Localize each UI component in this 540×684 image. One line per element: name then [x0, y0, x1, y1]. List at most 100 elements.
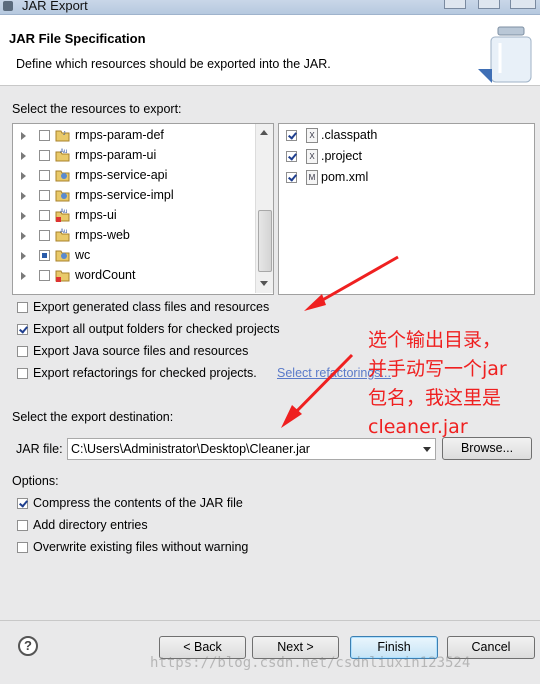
window-icon	[3, 1, 13, 11]
close-button[interactable]	[510, 0, 536, 9]
jar-file-label: JAR file:	[16, 442, 63, 456]
page-description: Define which resources should be exporte…	[16, 57, 331, 71]
wizard-header: JAR File Specification Define which reso…	[0, 15, 540, 86]
expand-arrow-icon[interactable]	[21, 212, 26, 220]
checkbox[interactable]	[17, 542, 28, 553]
expand-arrow-icon[interactable]	[21, 252, 26, 260]
expand-arrow-icon[interactable]	[21, 152, 26, 160]
maven-project-icon: Au	[55, 149, 70, 162]
minimize-button[interactable]	[444, 0, 466, 9]
checkbox[interactable]	[17, 324, 28, 335]
option-label: Export Java source files and resources	[33, 344, 249, 358]
java-project-icon	[55, 170, 70, 182]
svg-text:Au: Au	[60, 229, 67, 235]
checkbox[interactable]	[17, 520, 28, 531]
annotation-text: 选个输出目录， 并手动写一个jar 包名，我这里是 cleaner.jar	[368, 326, 533, 442]
footer-separator	[0, 620, 540, 621]
expand-arrow-icon[interactable]	[21, 132, 26, 140]
java-project-icon	[55, 250, 70, 262]
destination-label: Select the export destination:	[12, 410, 174, 424]
scroll-down-icon[interactable]	[260, 281, 268, 286]
error-project-icon	[55, 270, 70, 282]
checkbox[interactable]	[17, 498, 28, 509]
tree-item-label: wordCount	[75, 268, 136, 282]
error-project-icon: Au	[55, 209, 70, 222]
tree-item-rmps-service-api[interactable]: rmps-service-api	[13, 166, 258, 186]
tree-item-rmps-param-ui[interactable]: Au rmps-param-ui	[13, 146, 258, 166]
expand-arrow-icon[interactable]	[21, 272, 26, 280]
expand-arrow-icon[interactable]	[21, 192, 26, 200]
tree-checkbox[interactable]	[39, 270, 50, 281]
options-label: Options:	[12, 474, 59, 488]
maven-project-icon: Au	[55, 229, 70, 242]
tree-item-rmps-web[interactable]: Au rmps-web	[13, 226, 258, 246]
project-tree[interactable]: J rmps-param-def Au rmps-param-ui rmps-s…	[12, 123, 274, 295]
file-checkbox[interactable]	[286, 130, 297, 141]
tree-item-rmps-service-impl[interactable]: rmps-service-impl	[13, 186, 258, 206]
help-icon[interactable]: ?	[18, 636, 38, 656]
option-label: Export all output folders for checked pr…	[33, 322, 280, 336]
svg-text:Au: Au	[60, 149, 67, 155]
tree-item-label: rmps-param-def	[75, 128, 164, 142]
file-checkbox[interactable]	[286, 172, 297, 183]
file-item-project[interactable]: X .project	[279, 147, 534, 167]
maven-file-icon: M	[306, 170, 318, 185]
annotation-line: cleaner.jar	[368, 416, 468, 438]
option-label: Export generated class files and resourc…	[33, 300, 270, 314]
checkbox[interactable]	[17, 368, 28, 379]
file-list[interactable]: X .classpath X .project M pom.xml	[278, 123, 535, 295]
annotation-line: 包名，我这里是	[368, 387, 502, 409]
folder-icon: J	[55, 130, 70, 142]
expand-arrow-icon[interactable]	[21, 172, 26, 180]
file-label: pom.xml	[321, 170, 369, 184]
watermark: https://blog.csdn.net/csdnliuxin123524	[150, 655, 471, 671]
scroll-up-icon[interactable]	[260, 130, 268, 135]
tree-checkbox[interactable]	[39, 170, 50, 181]
java-project-icon	[55, 190, 70, 202]
option-label: Overwrite existing files without warning	[33, 540, 249, 554]
tree-item-wc[interactable]: wc	[13, 246, 258, 266]
annotation-arrow	[286, 353, 354, 422]
maximize-button[interactable]	[478, 0, 500, 9]
xml-file-icon: X	[306, 149, 318, 164]
tree-item-rmps-ui[interactable]: Au rmps-ui	[13, 206, 258, 226]
tree-item-wordcount[interactable]: wordCount	[13, 266, 258, 286]
option-label: Export refactorings for checked projects…	[33, 366, 257, 380]
window-title: JAR Export	[22, 0, 88, 13]
checkbox[interactable]	[17, 302, 28, 313]
scroll-thumb[interactable]	[258, 210, 272, 272]
tree-checkbox[interactable]	[39, 250, 50, 261]
file-label: .project	[321, 149, 362, 163]
tree-checkbox[interactable]	[39, 230, 50, 241]
checkbox[interactable]	[17, 346, 28, 357]
tree-checkbox[interactable]	[39, 150, 50, 161]
tree-item-label: rmps-service-api	[75, 168, 168, 182]
option-label: Compress the contents of the JAR file	[33, 496, 243, 510]
tree-item-label: rmps-ui	[75, 208, 117, 222]
page-title: JAR File Specification	[9, 31, 146, 46]
file-item-classpath[interactable]: X .classpath	[279, 126, 534, 146]
tree-item-rmps-param-def[interactable]: J rmps-param-def	[13, 126, 258, 146]
arrow-head-icon	[304, 294, 326, 311]
dropdown-arrow-icon[interactable]	[423, 447, 431, 452]
tree-item-label: rmps-web	[75, 228, 130, 242]
tree-scrollbar[interactable]	[255, 124, 273, 293]
tree-item-label: rmps-param-ui	[75, 148, 157, 162]
xml-file-icon: X	[306, 128, 318, 143]
file-item-pom[interactable]: M pom.xml	[279, 168, 534, 188]
tree-checkbox[interactable]	[39, 210, 50, 221]
expand-arrow-icon[interactable]	[21, 232, 26, 240]
tree-checkbox[interactable]	[39, 130, 50, 141]
resources-label: Select the resources to export:	[12, 102, 182, 116]
annotation-line: 选个输出目录，	[368, 329, 502, 351]
file-checkbox[interactable]	[286, 151, 297, 162]
title-bar: JAR Export	[0, 0, 540, 15]
jar-icon	[478, 26, 532, 83]
file-label: .classpath	[321, 128, 378, 142]
annotation-line: 并手动写一个jar	[368, 358, 507, 380]
tree-checkbox[interactable]	[39, 190, 50, 201]
svg-text:Au: Au	[60, 209, 67, 215]
arrow-head-icon	[281, 405, 302, 428]
option-label: Add directory entries	[33, 518, 148, 532]
jar-file-value: C:\Users\Administrator\Desktop\Cleaner.j…	[71, 442, 310, 456]
